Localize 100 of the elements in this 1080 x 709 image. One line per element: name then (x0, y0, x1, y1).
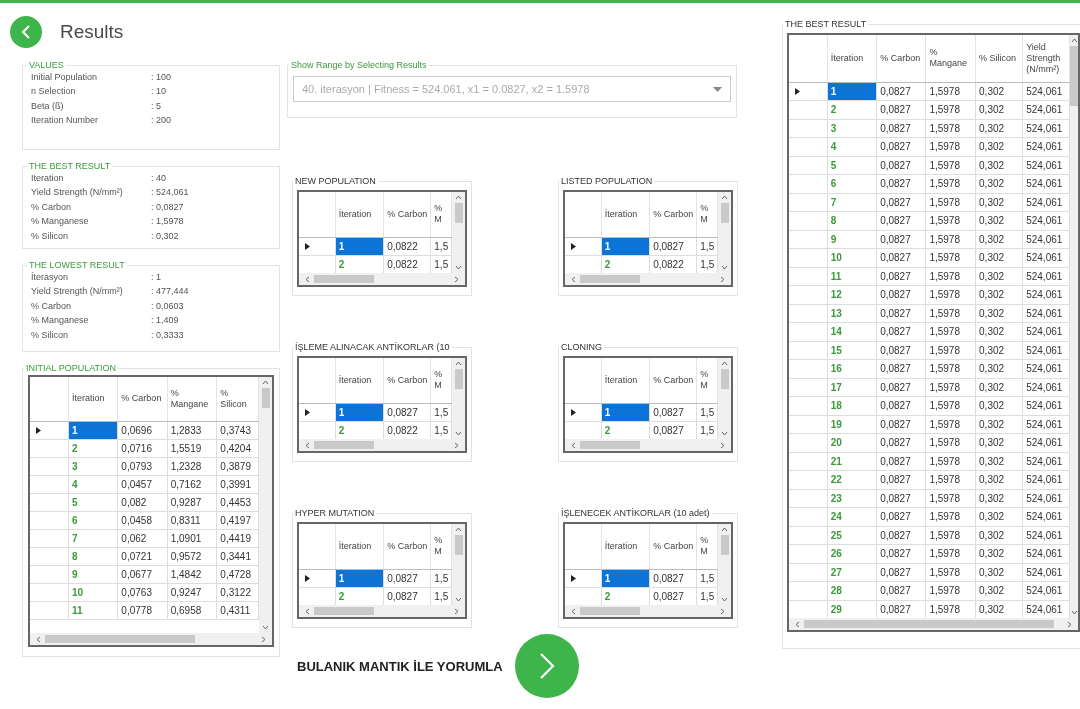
scrollbar-thumb[interactable] (580, 275, 640, 283)
table-cell: 0,302 (975, 396, 1023, 415)
column-header[interactable]: İteration (68, 377, 118, 421)
horizontal-scrollbar[interactable] (299, 605, 465, 617)
table-cell: 0,302 (975, 359, 1023, 378)
scrollbar-thumb[interactable] (1070, 46, 1078, 106)
scrollbar-thumb[interactable] (580, 607, 640, 615)
chevron-up-icon[interactable] (455, 527, 463, 532)
chevron-up-icon[interactable] (721, 361, 729, 366)
scrollbar-thumb[interactable] (45, 635, 195, 643)
scrollbar-thumb[interactable] (720, 369, 729, 389)
column-header[interactable]: % Carbon (649, 358, 697, 403)
row-pointer-icon (36, 426, 41, 434)
horizontal-scrollbar[interactable] (789, 618, 1078, 630)
column-header[interactable]: % Carbon (649, 192, 697, 237)
column-header[interactable]: % Carbon (876, 35, 926, 82)
column-header[interactable]: İteration (601, 192, 650, 237)
column-header[interactable]: % Carbon (383, 524, 431, 569)
vertical-scrollbar[interactable] (718, 524, 731, 605)
chevron-left-icon[interactable] (305, 275, 310, 283)
scrollbar-thumb[interactable] (314, 441, 374, 449)
chevron-left-icon[interactable] (795, 620, 800, 628)
field-value: : 1 (151, 271, 162, 284)
table-cell: 4 (68, 475, 118, 493)
chevron-down-icon[interactable] (455, 265, 463, 270)
chevron-right-icon[interactable] (454, 607, 459, 615)
scrollbar-thumb[interactable] (314, 607, 374, 615)
column-header[interactable]: % Carbon (649, 524, 697, 569)
column-header[interactable]: İteration (601, 358, 650, 403)
chevron-down-icon[interactable] (455, 431, 463, 436)
horizontal-scrollbar[interactable] (299, 439, 465, 451)
dropdown-arrow-icon[interactable] (713, 86, 722, 92)
column-header[interactable]: % M (430, 358, 452, 403)
chevron-left-icon[interactable] (571, 441, 576, 449)
chevron-right-icon[interactable] (720, 607, 725, 615)
chevron-up-icon[interactable] (455, 195, 463, 200)
column-header[interactable]: İteration (335, 192, 384, 237)
scrollbar-thumb[interactable] (580, 441, 640, 449)
column-header[interactable]: İteration (335, 358, 384, 403)
column-header[interactable]: % Carbon (383, 358, 431, 403)
chevron-right-icon[interactable] (261, 635, 266, 643)
column-header[interactable]: % Mangane (925, 35, 976, 82)
chevron-down-icon[interactable] (721, 265, 729, 270)
chevron-up-icon[interactable] (1070, 38, 1078, 43)
vertical-scrollbar[interactable] (452, 524, 465, 605)
chevron-left-icon[interactable] (305, 607, 310, 615)
back-button[interactable] (10, 15, 42, 48)
group-title: THE BEST RESULT (28, 161, 112, 171)
column-header[interactable]: Yield Strength (N/mm²) (1022, 35, 1070, 82)
scrollbar-thumb[interactable] (314, 275, 374, 283)
horizontal-scrollbar[interactable] (30, 633, 272, 645)
chevron-right-icon[interactable] (454, 441, 459, 449)
vertical-scrollbar[interactable] (452, 358, 465, 439)
chevron-down-icon[interactable] (721, 431, 729, 436)
column-header[interactable]: % M (430, 192, 452, 237)
vertical-scrollbar[interactable] (718, 192, 731, 273)
chevron-up-icon[interactable] (455, 361, 463, 366)
column-header[interactable]: % Carbon (383, 192, 431, 237)
vertical-scrollbar[interactable] (452, 192, 465, 273)
scrollbar-thumb[interactable] (261, 388, 270, 408)
column-header[interactable]: % M (696, 358, 718, 403)
chevron-left-icon[interactable] (36, 635, 41, 643)
chevron-up-icon[interactable] (721, 527, 729, 532)
scrollbar-thumb[interactable] (804, 620, 1054, 628)
column-header[interactable]: İteration (335, 524, 384, 569)
scrollbar-thumb[interactable] (454, 369, 463, 389)
chevron-right-icon[interactable] (1067, 620, 1072, 628)
chevron-up-icon[interactable] (721, 195, 729, 200)
column-header[interactable]: % M (696, 524, 718, 569)
column-header[interactable]: % Mangane (167, 377, 217, 421)
scrollbar-thumb[interactable] (454, 203, 463, 223)
chevron-left-icon[interactable] (305, 441, 310, 449)
scrollbar-thumb[interactable] (720, 203, 729, 223)
horizontal-scrollbar[interactable] (565, 273, 731, 285)
vertical-scrollbar[interactable] (718, 358, 731, 439)
horizontal-scrollbar[interactable] (565, 605, 731, 617)
chevron-right-icon[interactable] (720, 441, 725, 449)
chevron-down-icon[interactable] (721, 597, 729, 602)
column-header[interactable]: % Silicon (216, 377, 259, 421)
column-header[interactable]: İteration (827, 35, 877, 82)
chevron-left-icon[interactable] (571, 275, 576, 283)
column-header[interactable]: % M (430, 524, 452, 569)
column-header[interactable]: % Silicon (975, 35, 1023, 82)
chevron-down-icon[interactable] (1070, 610, 1078, 615)
horizontal-scrollbar[interactable] (299, 273, 465, 285)
chevron-up-icon[interactable] (262, 380, 270, 385)
chevron-left-icon[interactable] (571, 607, 576, 615)
column-header[interactable]: % M (696, 192, 718, 237)
chevron-down-icon[interactable] (455, 597, 463, 602)
table-cell: 0,302 (975, 285, 1023, 304)
scrollbar-thumb[interactable] (720, 535, 729, 555)
horizontal-scrollbar[interactable] (565, 439, 731, 451)
chevron-right-icon[interactable] (720, 275, 725, 283)
vertical-scrollbar[interactable] (1070, 35, 1078, 618)
column-header[interactable]: İteration (601, 524, 650, 569)
scrollbar-thumb[interactable] (454, 535, 463, 555)
chevron-down-icon[interactable] (262, 625, 270, 630)
chevron-right-icon[interactable] (454, 275, 459, 283)
vertical-scrollbar[interactable] (259, 377, 272, 633)
column-header[interactable]: % Carbon (117, 377, 168, 421)
